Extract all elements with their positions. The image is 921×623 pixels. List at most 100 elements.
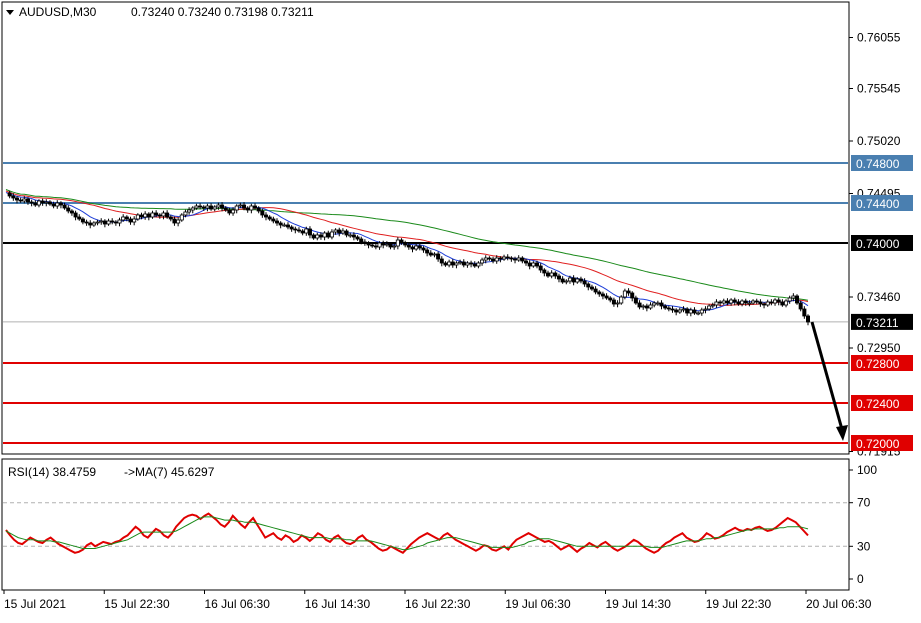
price-tag-label-6: 0.72000: [856, 437, 900, 451]
candle-bear-body: [743, 300, 748, 304]
candle-bear-body: [359, 238, 364, 243]
candle-bear-body: [436, 253, 441, 260]
candle-bear-body: [674, 309, 679, 313]
candle-bear-body: [66, 207, 71, 212]
candle-bear-body: [278, 222, 283, 226]
candle-bull-body: [340, 230, 345, 234]
candle-bull-body: [476, 262, 481, 267]
candle-bear-body: [439, 258, 444, 264]
candle-bull-body: [315, 234, 320, 239]
candle-bull-body: [655, 302, 660, 305]
candle-bull-body: [721, 300, 726, 304]
candle-bear-body: [326, 232, 331, 238]
trading-chart[interactable]: AUDUSD,M30 0.73240 0.73240 0.73198 0.732…: [0, 0, 921, 618]
candle-bear-body: [798, 302, 803, 310]
price-tag-label-1: 0.74400: [856, 197, 900, 211]
candle-bear-body: [285, 224, 290, 228]
candle-bull-body: [234, 205, 239, 211]
candle-bull-body: [176, 219, 181, 224]
candle-bear-body: [227, 209, 232, 214]
candle-bear-body: [410, 246, 415, 250]
candle-bear-body: [62, 204, 67, 209]
candle-bear-body: [344, 230, 349, 236]
candle-bull-body: [329, 231, 334, 238]
candle-bull-body: [681, 308, 686, 311]
time-axis: 15 Jul 2021 15 Jul 22:30 16 Jul 06:30 16 Ju…: [3, 590, 872, 611]
candle-bull-body: [36, 200, 41, 206]
candle-bear-body: [242, 204, 247, 209]
price-pane[interactable]: [1, 1, 850, 455]
candle-bear-body: [604, 295, 609, 299]
candle-bull-body: [121, 216, 126, 221]
candle-bear-body: [154, 212, 159, 216]
candle-bear-body: [491, 258, 496, 262]
time-tick-label-2: 16 Jul 06:30: [205, 597, 271, 611]
candle-bear-body: [260, 210, 265, 216]
candle-bear-body: [469, 262, 474, 265]
candle-bull-body: [161, 212, 166, 217]
candle-bull-body: [791, 295, 796, 299]
candle-bull-body: [652, 302, 657, 306]
candle-bull-body: [703, 308, 708, 311]
candle-bull-body: [143, 213, 148, 218]
candle-bear-body: [77, 216, 82, 220]
candle-bear-body: [253, 205, 258, 209]
candle-bear-body: [725, 300, 730, 304]
candle-bull-body: [377, 242, 382, 248]
time-tick-label-1: 15 Jul 22:30: [104, 597, 170, 611]
candle-bear-body: [399, 239, 404, 244]
candle-bear-body: [556, 275, 561, 280]
candle-bear-body: [88, 222, 93, 226]
candle-bear-body: [553, 272, 558, 277]
candle-bear-body: [527, 262, 532, 267]
candle-bear-body: [560, 278, 565, 283]
candle-bull-body: [619, 296, 624, 304]
candle-bull-body: [117, 219, 122, 224]
candle-bear-body: [685, 308, 690, 314]
candle-bull-body: [747, 302, 752, 305]
candle-bear-body: [666, 307, 671, 310]
candle-bear-body: [165, 212, 170, 218]
candle-bear-body: [351, 234, 356, 238]
candle-bull-body: [205, 205, 210, 209]
candle-bull-body: [567, 277, 572, 282]
candle-bear-body: [274, 220, 279, 224]
candle-bull-body: [465, 262, 470, 266]
candle-bull-body: [787, 297, 792, 302]
time-tick-label-0: 15 Jul 2021: [4, 597, 66, 611]
candle-bull-body: [282, 224, 287, 227]
candle-bear-body: [754, 300, 759, 303]
candle-bear-body: [33, 202, 38, 206]
candle-bear-body: [296, 229, 301, 232]
rsi-ma-label: ->MA(7) 45.6297: [124, 465, 215, 479]
candle-bear-body: [388, 243, 393, 248]
candle-bear-body: [637, 302, 642, 308]
chart-canvas[interactable]: AUDUSD,M30 0.73240 0.73240 0.73198 0.732…: [0, 0, 921, 618]
rsi-tick-label-0: 100: [857, 463, 877, 477]
candle-bear-body: [373, 245, 378, 248]
candle-bear-body: [776, 299, 781, 303]
symbol-name: AUDUSD,M30: [19, 5, 97, 19]
candle-bear-body: [40, 200, 45, 204]
candle-bull-body: [751, 300, 756, 304]
candle-bull-body: [784, 300, 789, 306]
candle-bear-body: [124, 216, 129, 220]
candle-bear-body: [102, 220, 107, 225]
candle: [619, 295, 624, 305]
candle-bear-body: [524, 260, 529, 264]
candle-bull-body: [531, 262, 536, 267]
candle-bull-body: [190, 207, 195, 211]
candle-bull-body: [99, 220, 104, 223]
time-tick-label-6: 19 Jul 14:30: [606, 597, 672, 611]
ohlc-values: 0.73240 0.73240 0.73198 0.73211: [131, 5, 314, 19]
candle-bear-body: [271, 218, 276, 222]
candle-bull-body: [765, 301, 770, 306]
candle-bull-body: [564, 280, 569, 283]
candle-bear-body: [223, 207, 228, 211]
price-tick-label-2: 0.75020: [857, 134, 901, 148]
candle-bear-body: [538, 265, 543, 271]
candle-bull-body: [194, 205, 199, 209]
candle-bull-body: [150, 212, 155, 218]
candle-bear-body: [58, 202, 63, 206]
candle-bear-body: [425, 249, 430, 254]
